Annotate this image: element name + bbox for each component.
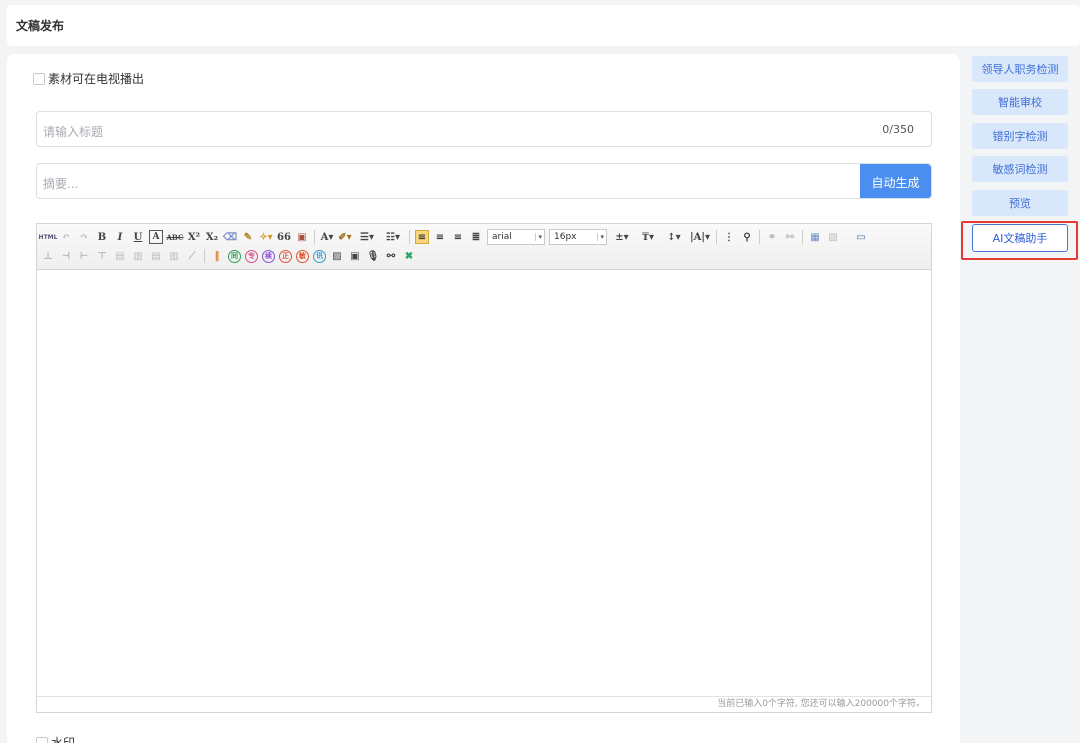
typo-check-button[interactable]: 错别字检测 — [972, 123, 1068, 149]
watermark-label: 水印 — [51, 736, 76, 743]
smart-proofread-button[interactable]: 智能审校 — [972, 89, 1068, 115]
columns-icon[interactable]: ‖ — [210, 249, 224, 263]
row-spacing-icon[interactable]: ₸▾ — [637, 230, 659, 244]
tv-broadcast-option[interactable]: 素材可在电视播出 — [33, 70, 144, 87]
title-char-count: 0/350 — [882, 123, 914, 136]
leader-title-check-button[interactable]: 领导人职务检测 — [972, 56, 1068, 82]
tong-icon[interactable]: 同 — [228, 249, 241, 263]
xu-icon[interactable]: 续 — [262, 249, 275, 263]
insert-row-above-icon[interactable]: ⊥ — [41, 249, 55, 263]
sensitive-word-check-button[interactable]: 敏感词检测 — [972, 156, 1068, 182]
insert-col-icon[interactable]: ⊢ — [77, 249, 91, 263]
xun-icon[interactable]: 讯 — [313, 249, 326, 263]
watermark-checkbox[interactable] — [36, 736, 48, 743]
page-header: 文稿发布 — [7, 5, 1080, 46]
paste-plain-icon[interactable]: ▣ — [295, 230, 309, 244]
right-sidebar: 领导人职务检测 智能审校 错别字检测 敏感词检测 预览 AI文稿助手 — [960, 46, 1080, 743]
auto-format-icon[interactable]: ✧▾ — [259, 230, 273, 244]
delete-row-icon[interactable]: ⊣ — [59, 249, 73, 263]
text-case-icon[interactable]: |A|▾ — [689, 230, 711, 244]
font-size-select[interactable]: 16px ▾ — [549, 229, 607, 245]
strikethrough-icon[interactable]: ABC — [166, 230, 183, 244]
editor-toolbar: HTML ↶ ↷ B I U A ABC X² X₂ ⌫ ✎ ✧▾ 66 ▣ A… — [37, 224, 931, 270]
preview-button[interactable]: 预览 — [972, 190, 1068, 216]
summary-input[interactable]: 摘要... 自动生成 — [36, 163, 932, 199]
letter-spacing-icon[interactable]: ±▾ — [611, 230, 633, 244]
highlight-icon[interactable]: ✐▾ — [338, 230, 352, 244]
bold-icon[interactable]: B — [95, 230, 109, 244]
justify-icon[interactable]: ≣ — [469, 230, 483, 244]
font-family-select[interactable]: arial ▾ — [487, 229, 545, 245]
italic-icon[interactable]: I — [113, 230, 127, 244]
title-placeholder: 请输入标题 — [43, 125, 104, 139]
align-left-icon[interactable]: ≡ — [415, 230, 429, 244]
table-icon[interactable]: ▦ — [808, 230, 822, 244]
zheng-icon[interactable]: 正 — [279, 249, 292, 263]
html-icon[interactable]: HTML — [39, 230, 58, 244]
fullscreen-icon[interactable]: ▭ — [854, 230, 868, 244]
editor-content-area[interactable] — [37, 271, 931, 697]
rich-text-editor: HTML ↶ ↷ B I U A ABC X² X₂ ⌫ ✎ ✧▾ 66 ▣ A… — [36, 223, 932, 713]
chain-icon[interactable]: ⚯ — [384, 249, 398, 263]
subscript-icon[interactable]: X₂ — [205, 230, 219, 244]
video-icon[interactable]: ▣ — [348, 249, 362, 263]
link-icon[interactable]: ⚭ — [765, 230, 779, 244]
find-replace-icon[interactable]: ⚲ — [740, 230, 754, 244]
underline-icon[interactable]: U — [131, 230, 145, 244]
merge-down-icon[interactable]: ▤ — [149, 249, 163, 263]
summary-placeholder: 摘要... — [43, 177, 79, 191]
delete-col-icon[interactable]: ⊤ — [95, 249, 109, 263]
ci-icon[interactable]: 敏 — [296, 249, 309, 263]
tv-broadcast-label: 素材可在电视播出 — [48, 72, 145, 86]
ordered-list-icon[interactable]: ☰▾ — [356, 230, 378, 244]
undo-icon[interactable]: ↶ — [59, 230, 73, 244]
merge-right-icon[interactable]: ▥ — [131, 249, 145, 263]
main-panel: 素材可在电视播出 请输入标题 0/350 摘要... 自动生成 HTML ↶ ↷… — [7, 54, 960, 743]
split-cells-icon[interactable]: ▥ — [167, 249, 181, 263]
watermark-option[interactable]: 水印 — [36, 734, 75, 743]
align-center-icon[interactable]: ≡ — [433, 230, 447, 244]
align-right-icon[interactable]: ≡ — [451, 230, 465, 244]
blockquote-icon[interactable]: 66 — [277, 230, 291, 244]
line-height-icon[interactable]: ↕▾ — [663, 230, 685, 244]
auto-generate-button[interactable]: 自动生成 — [860, 164, 931, 198]
eraser-icon[interactable]: ⌫ — [223, 230, 237, 244]
zhuan-icon[interactable]: 专 — [245, 249, 258, 263]
redo-icon[interactable]: ↷ — [77, 230, 91, 244]
font-border-icon[interactable]: A — [149, 230, 163, 244]
unordered-list-icon[interactable]: ☷▾ — [382, 230, 404, 244]
editor-status-bar: 当前已输入0个字符, 您还可以输入200000个字符。 — [37, 696, 931, 712]
plugin-icon[interactable]: ✖ — [402, 249, 416, 263]
font-color-icon[interactable]: A ▾ — [320, 230, 334, 244]
image-icon[interactable]: ▨ — [330, 249, 344, 263]
split-rows-icon[interactable]: ⟋ — [185, 249, 199, 263]
microphone-icon[interactable]: 🎙︎ — [366, 249, 380, 263]
ai-writing-assistant-button[interactable]: AI文稿助手 — [972, 224, 1068, 252]
tv-broadcast-checkbox[interactable] — [33, 72, 45, 85]
indent-icon[interactable]: ⋮ — [722, 230, 736, 244]
superscript-icon[interactable]: X² — [187, 230, 201, 244]
merge-cells-icon[interactable]: ▤ — [113, 249, 127, 263]
unlink-icon[interactable]: ⚯ — [783, 230, 797, 244]
delete-table-icon[interactable]: ▧ — [826, 230, 840, 244]
format-brush-icon[interactable]: ✎ — [241, 230, 255, 244]
page-title: 文稿发布 — [16, 19, 65, 33]
title-input[interactable]: 请输入标题 0/350 — [36, 111, 932, 147]
